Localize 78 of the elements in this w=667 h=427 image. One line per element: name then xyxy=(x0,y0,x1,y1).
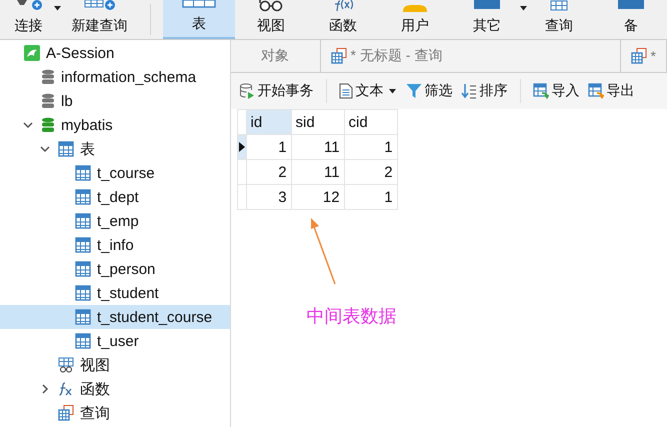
toolbar-button[interactable]: 函数 xyxy=(307,0,379,39)
tree-item[interactable]: t_student xyxy=(0,281,230,305)
document-icon xyxy=(338,83,353,99)
tab[interactable]: * xyxy=(620,40,667,72)
tree-item[interactable]: lb xyxy=(0,89,230,113)
caret-icon[interactable] xyxy=(520,6,527,11)
database-icon xyxy=(41,69,55,85)
dolphin-icon xyxy=(24,45,40,61)
tree-item[interactable]: t_info xyxy=(0,233,230,257)
toolbar-button[interactable]: 筛选 xyxy=(404,80,455,102)
toolbar-button[interactable]: 导入 xyxy=(530,80,582,102)
tab[interactable]: 对象 xyxy=(230,40,321,72)
tree-item[interactable]: 表 xyxy=(0,137,230,161)
table-cell: 1 xyxy=(344,184,398,210)
toolbar-button[interactable]: 文本 xyxy=(336,80,400,102)
toolbar-button[interactable]: 视图 xyxy=(235,0,307,39)
table-icon xyxy=(182,0,216,8)
tree-item[interactable]: t_emp xyxy=(0,209,230,233)
tree-item[interactable]: t_student_course xyxy=(0,305,230,329)
table-icon xyxy=(75,261,91,277)
table-cell: 11 xyxy=(291,160,344,184)
database-icon xyxy=(41,93,55,109)
database-play-icon xyxy=(238,83,255,99)
sort-icon xyxy=(460,83,477,99)
tree-item[interactable]: t_dept xyxy=(0,185,230,209)
toolbar-button[interactable]: 连接 xyxy=(0,0,57,39)
toolbar-button[interactable]: 导出 xyxy=(586,80,637,102)
table-icon xyxy=(75,237,91,253)
table-cell: 2 xyxy=(344,160,398,184)
box-icon xyxy=(472,0,502,12)
table-cell: 3 xyxy=(246,184,292,210)
tree-item[interactable]: t_person xyxy=(0,257,230,281)
tree-item[interactable]: mybatis xyxy=(0,113,230,137)
table-cell: 1 xyxy=(344,134,398,160)
query-icon xyxy=(58,405,74,421)
tree-item[interactable]: 函数 xyxy=(0,377,230,401)
table-icon xyxy=(75,309,91,325)
toolbar-button[interactable]: 新建查询 xyxy=(56,0,142,39)
tree-item[interactable]: t_user xyxy=(0,329,230,353)
tree-item[interactable]: 视图 xyxy=(0,353,230,377)
tree-item[interactable]: information_schema xyxy=(0,65,230,89)
annotation-label: 中间表数据 xyxy=(306,305,397,328)
function-icon xyxy=(58,381,74,397)
table-cell: 2 xyxy=(246,160,292,184)
table-icon xyxy=(549,0,569,12)
tree-item[interactable]: A-Session xyxy=(0,41,230,65)
tree-item[interactable]: 查询 xyxy=(0,401,230,425)
column-header[interactable]: sid xyxy=(291,110,344,134)
table-icon xyxy=(75,285,91,301)
database-icon xyxy=(41,117,55,133)
toolbar-button[interactable]: 查询 xyxy=(523,0,595,39)
toolbar-button[interactable]: 其它 xyxy=(451,0,523,39)
table-cell: 1 xyxy=(246,134,292,160)
toolbar-button[interactable]: 表 xyxy=(163,0,235,39)
column-header[interactable]: cid xyxy=(344,110,398,134)
table-cell: 12 xyxy=(291,184,344,210)
toolbar-button[interactable]: 用户 xyxy=(379,0,451,39)
tab[interactable]: * 无标题 - 查询 xyxy=(320,40,621,72)
caret-icon[interactable] xyxy=(388,88,396,94)
table-icon xyxy=(75,165,91,181)
table-import-icon xyxy=(532,83,549,99)
toolbar-button[interactable]: 备 xyxy=(595,0,667,39)
column-header[interactable]: id xyxy=(246,110,292,134)
table-icon xyxy=(75,213,91,229)
caret-icon[interactable] xyxy=(54,6,61,11)
toolbar-button[interactable]: 开始事务 xyxy=(236,80,316,102)
view-icon xyxy=(58,357,74,373)
table-icon xyxy=(58,141,74,157)
tree-item[interactable]: t_course xyxy=(0,161,230,185)
table-cell: 11 xyxy=(291,134,344,160)
box-icon xyxy=(616,0,646,12)
filter-icon xyxy=(406,83,422,99)
toolbar-button[interactable]: 排序 xyxy=(458,80,510,102)
table-icon xyxy=(75,189,91,205)
table-export-icon xyxy=(588,83,604,99)
table-icon xyxy=(75,333,91,349)
current-row-icon xyxy=(238,142,245,152)
table-add-icon xyxy=(82,0,117,12)
